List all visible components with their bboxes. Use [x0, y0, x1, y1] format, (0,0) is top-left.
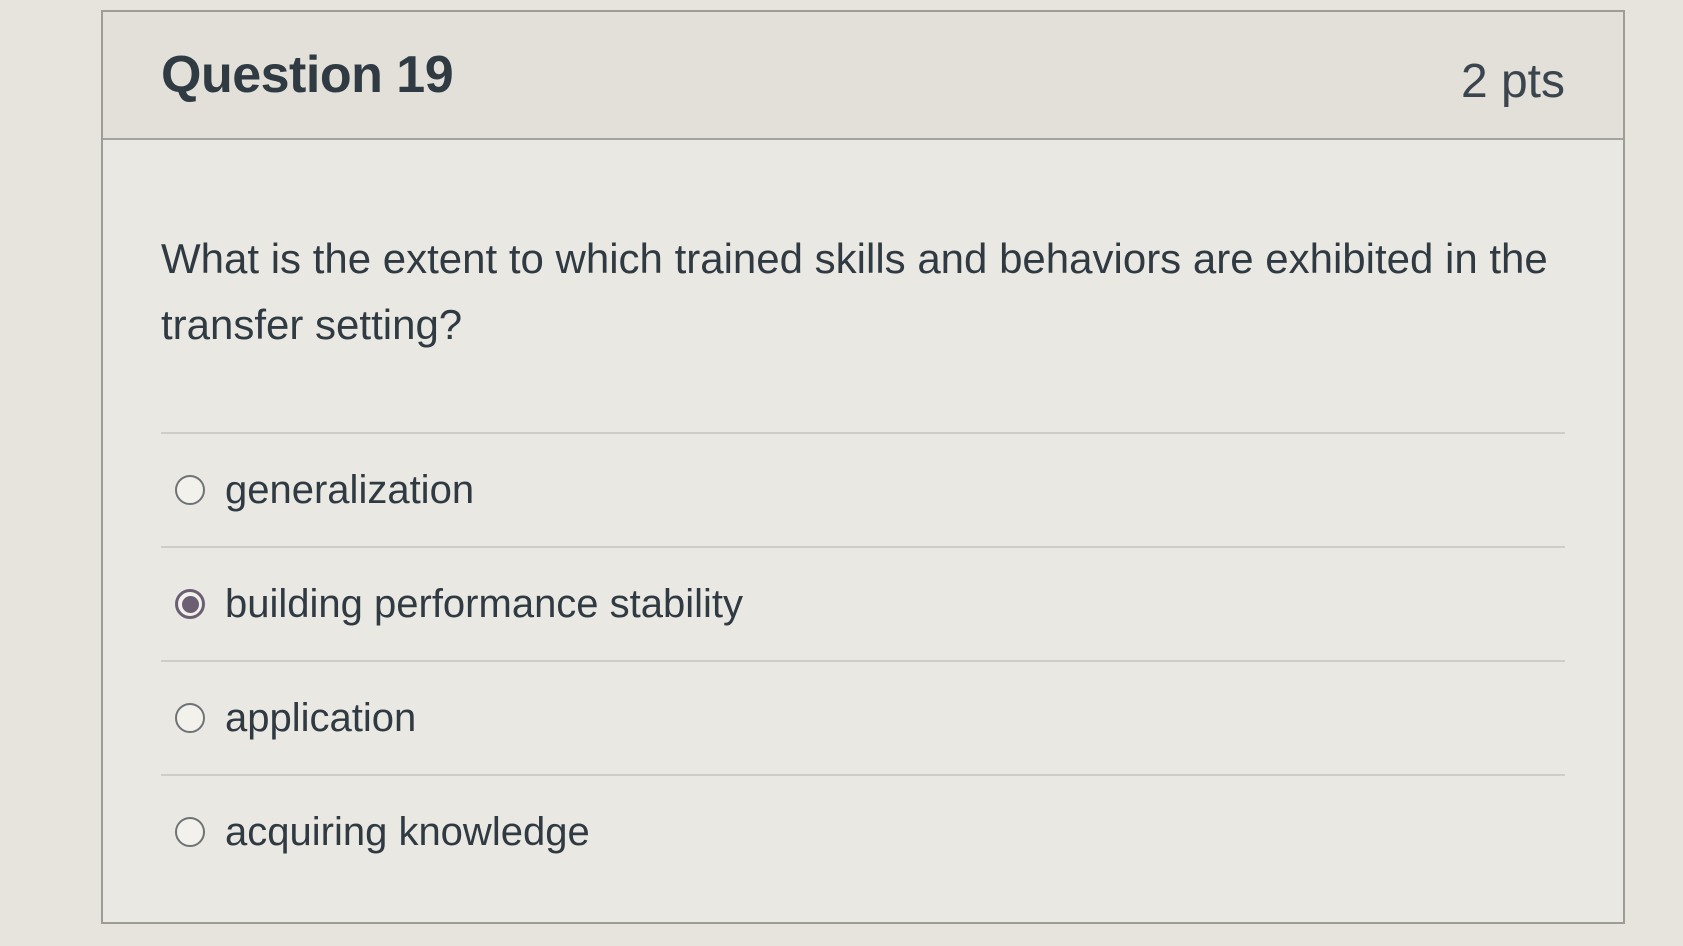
- answer-label: application: [225, 695, 417, 740]
- question-title: Question 19: [161, 46, 454, 104]
- question-card: Question 19 2 pts What is the extent to …: [101, 10, 1625, 924]
- question-header: Question 19 2 pts: [103, 12, 1623, 140]
- answer-option-generalization[interactable]: generalization: [161, 434, 1565, 548]
- radio-button-generalization[interactable]: [175, 475, 205, 505]
- answer-list: generalization building performance stab…: [161, 432, 1565, 888]
- radio-button-application[interactable]: [175, 703, 205, 733]
- question-text: What is the extent to which trained skil…: [161, 235, 1548, 348]
- answer-option-application[interactable]: application: [161, 662, 1565, 776]
- radio-button-acquiring-knowledge[interactable]: [175, 817, 205, 847]
- answer-label: generalization: [225, 467, 475, 512]
- answer-option-acquiring-knowledge[interactable]: acquiring knowledge: [161, 776, 1565, 888]
- question-points: 2 pts: [1460, 54, 1565, 108]
- answer-label: acquiring knowledge: [225, 809, 590, 854]
- radio-button-building-performance-stability[interactable]: [175, 589, 205, 619]
- question-body: What is the extent to which trained skil…: [103, 140, 1623, 888]
- answer-option-building-performance-stability[interactable]: building performance stability: [161, 548, 1565, 662]
- answer-label: building performance stability: [225, 581, 744, 626]
